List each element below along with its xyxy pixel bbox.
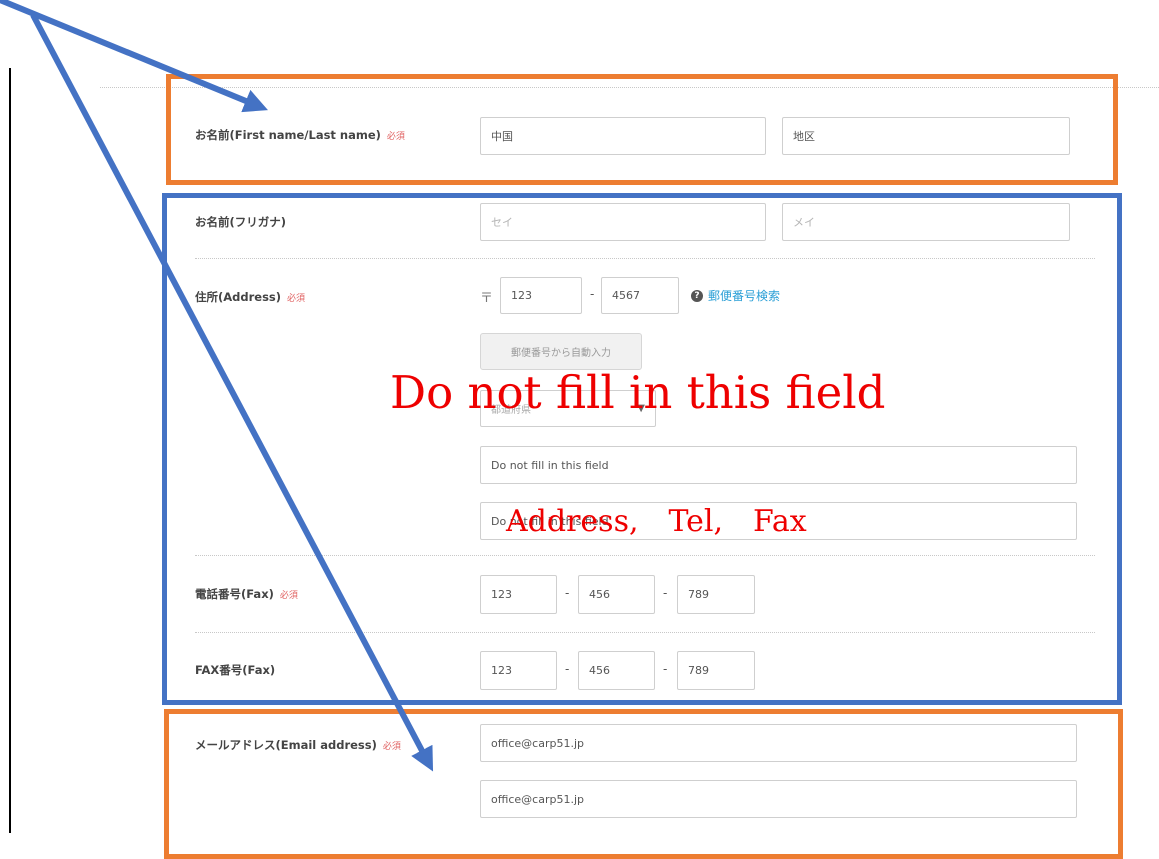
annotation-arrows xyxy=(0,0,434,772)
arrow-to-email-field xyxy=(30,13,434,772)
arrow-to-name-field xyxy=(0,0,268,113)
